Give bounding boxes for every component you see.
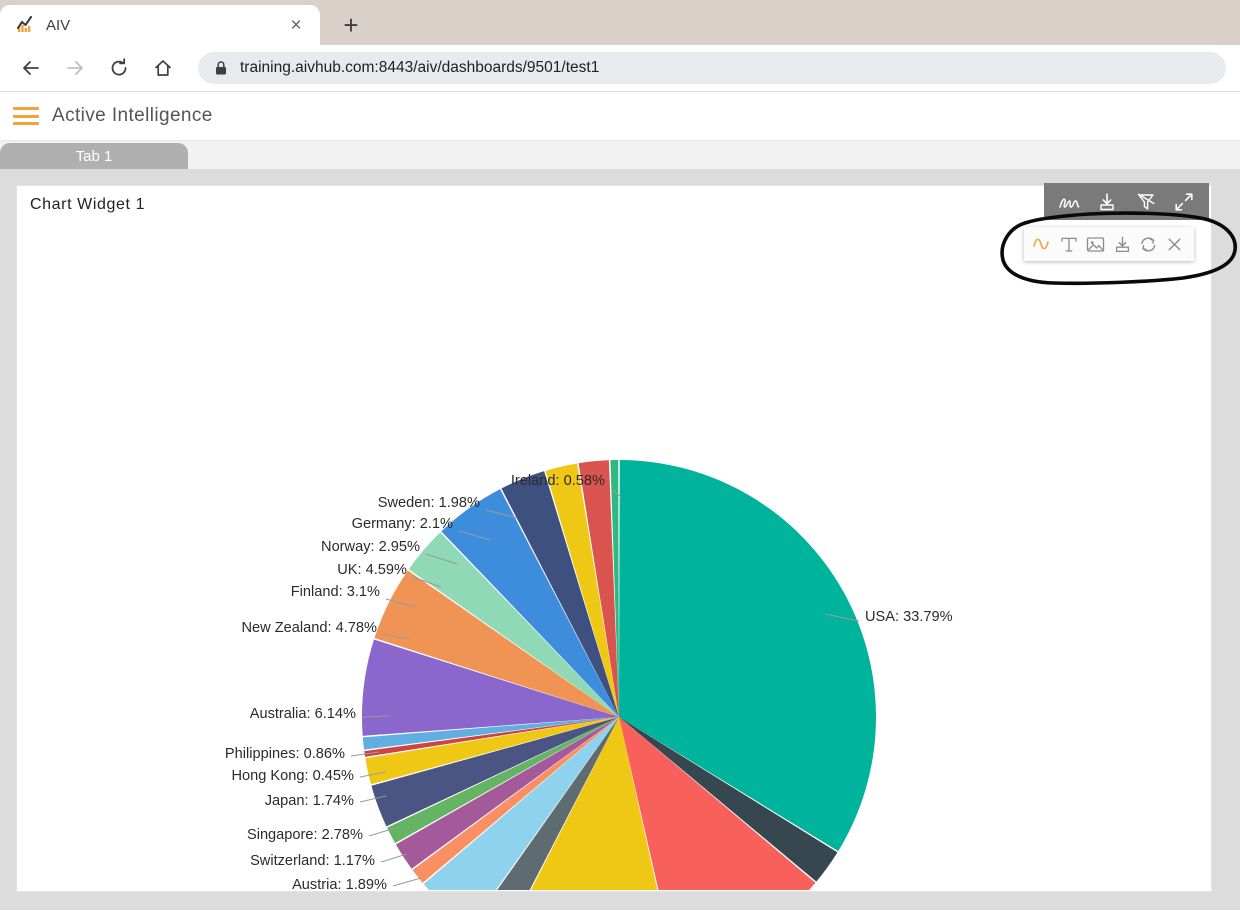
browser-toolbar: training.aivhub.com:8443/aiv/dashboards/… xyxy=(0,45,1240,92)
pie-slice-label: Finland: 3.1% xyxy=(291,584,380,600)
back-arrow-icon[interactable] xyxy=(14,51,48,85)
bar-chart-favicon xyxy=(16,16,34,34)
reload-icon[interactable] xyxy=(102,51,136,85)
widget-popup-menu xyxy=(1024,227,1194,261)
pie-slice-label: USA: 33.79% xyxy=(865,609,953,625)
expand-icon[interactable] xyxy=(1171,189,1197,215)
pie-leader-line xyxy=(380,853,408,863)
browser-tab-strip: AIV × + xyxy=(0,0,1240,45)
pie-slice-label: Singapore: 2.78% xyxy=(247,827,363,843)
home-icon[interactable] xyxy=(146,51,180,85)
line-chart-icon[interactable] xyxy=(1032,233,1054,255)
new-tab-button[interactable]: + xyxy=(334,8,368,42)
browser-tab-title: AIV xyxy=(46,16,71,34)
app-header: Active Intelligence xyxy=(0,92,1240,141)
pie-slice-label: Ireland: 0.58% xyxy=(511,473,605,489)
pie-leader-line xyxy=(392,877,422,887)
close-icon[interactable] xyxy=(1164,233,1186,255)
pie-slice-label: Austria: 1.89% xyxy=(292,877,387,890)
dashboard-tab-1[interactable]: Tab 1 xyxy=(0,143,188,169)
pie-slice-label: Australia: 6.14% xyxy=(250,706,356,722)
pie-slice-label: Germany: 2.1% xyxy=(352,516,453,532)
dashboard-tab-bar: Tab 1 xyxy=(0,141,1240,169)
chart-widget[interactable]: Chart Widget 1 USA: 33.79% Austria: 1.89… xyxy=(16,183,1237,892)
lock-icon xyxy=(214,60,228,76)
filter-off-icon[interactable] xyxy=(1133,189,1159,215)
pie-slice-label: Philippines: 0.86% xyxy=(225,746,345,762)
widget-title: Chart Widget 1 xyxy=(30,196,146,213)
hamburger-menu-icon[interactable] xyxy=(12,105,40,127)
pie-slice-label: Hong Kong: 0.45% xyxy=(231,768,354,784)
address-bar[interactable]: training.aivhub.com:8443/aiv/dashboards/… xyxy=(198,52,1226,84)
dashboard-canvas: Chart Widget 1 USA: 33.79% Austria: 1.89… xyxy=(0,169,1240,910)
pie-slice-label: Sweden: 1.98% xyxy=(378,495,480,511)
app-title: Active Intelligence xyxy=(52,105,213,126)
download-icon[interactable] xyxy=(1094,189,1120,215)
pie-slice-label: New Zealand: 4.78% xyxy=(242,620,378,636)
pie-slice-label: Japan: 1.74% xyxy=(265,793,354,809)
annotate-scribble-icon[interactable] xyxy=(1056,189,1082,215)
image-icon[interactable] xyxy=(1085,233,1107,255)
pie-chart[interactable]: USA: 33.79%Canada: 2.33%France: 10.37%Sp… xyxy=(17,214,1213,890)
forward-arrow-icon[interactable] xyxy=(58,51,92,85)
browser-chrome: AIV × + training.aivhub.com:8443/aiv/das… xyxy=(0,0,1240,92)
text-icon[interactable] xyxy=(1058,233,1080,255)
download-icon[interactable] xyxy=(1111,233,1133,255)
close-icon[interactable]: × xyxy=(284,13,308,37)
browser-tab[interactable]: AIV × xyxy=(0,5,320,45)
pie-slice-label: Switzerland: 1.17% xyxy=(250,853,375,869)
refresh-icon[interactable] xyxy=(1137,233,1159,255)
pie-slice-label: Norway: 2.95% xyxy=(321,539,420,555)
pie-slice-label: UK: 4.59% xyxy=(337,562,407,578)
address-bar-url: training.aivhub.com:8443/aiv/dashboards/… xyxy=(240,59,600,76)
